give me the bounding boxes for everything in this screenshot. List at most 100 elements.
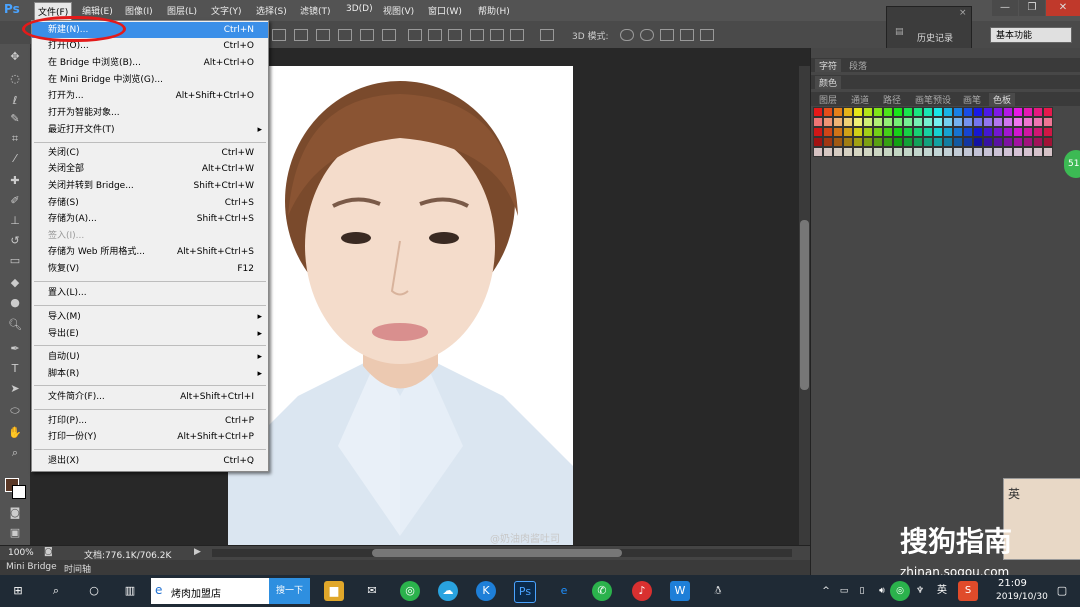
menu-scripts[interactable]: 脚本(R) ▸ [32,366,268,382]
edge-icon[interactable]: e [554,581,574,601]
color-swatch[interactable] [823,117,833,127]
color-swatch[interactable] [813,137,823,147]
color-swatch[interactable] [993,137,1003,147]
color-swatch[interactable] [893,107,903,117]
menu-file-info[interactable]: 文件简介(F)... Alt+Shift+Ctrl+I [32,389,268,405]
menu-type[interactable]: 文字(Y) [211,4,242,17]
tray-360-icon[interactable]: ◎ [890,581,910,601]
color-swatch[interactable] [893,147,903,157]
color-swatch[interactable] [833,137,843,147]
color-swatch[interactable] [933,137,943,147]
color-swatch[interactable] [843,147,853,157]
color-swatch[interactable] [823,107,833,117]
marquee-tool-icon[interactable]: ◌ [8,72,22,86]
browser-search-box[interactable]: e 烤肉加盟店 [151,578,269,604]
color-swatch[interactable] [873,107,883,117]
color-swatch[interactable] [863,117,873,127]
menu-save[interactable]: 存储(S) Ctrl+S [32,195,268,211]
panel-close-icon[interactable]: × [959,8,967,18]
distribute-vcenter-icon[interactable] [428,29,442,41]
menu-close[interactable]: 关闭(C) Ctrl+W [32,145,268,161]
color-swatch[interactable] [853,107,863,117]
align-right-icon[interactable] [382,29,396,41]
color-swatch[interactable] [833,107,843,117]
color-swatch[interactable] [863,147,873,157]
menu-help[interactable]: 帮助(H) [478,4,510,17]
tab-paths[interactable]: 路径 [879,93,905,106]
color-swatch[interactable] [933,117,943,127]
color-swatch[interactable] [813,107,823,117]
netease-music-icon[interactable]: ♪ [632,581,652,601]
color-swatch[interactable] [913,137,923,147]
color-swatch[interactable] [953,147,963,157]
color-swatch[interactable] [853,117,863,127]
color-swatch[interactable] [963,137,973,147]
lasso-tool-icon[interactable]: ℓ [8,94,22,108]
360-icon[interactable]: ◎ [400,581,420,601]
tab-paragraph[interactable]: 段落 [845,59,871,72]
color-swatch[interactable] [843,107,853,117]
photoshop-taskbar-icon[interactable]: Ps [514,581,536,603]
color-swatch[interactable] [943,107,953,117]
color-swatch[interactable] [993,147,1003,157]
color-swatch[interactable] [943,117,953,127]
color-swatch[interactable] [903,117,913,127]
menu-filter[interactable]: 滤镜(T) [300,4,331,17]
tab-character[interactable]: 字符 [815,59,842,72]
color-swatch[interactable] [983,117,993,127]
color-swatch[interactable] [983,147,993,157]
file-explorer-icon[interactable]: ▆ [324,581,344,601]
color-swatch[interactable] [913,147,923,157]
tab-channels[interactable]: 通道 [847,93,873,106]
cloud-icon[interactable]: ☁ [438,581,458,601]
path-select-tool-icon[interactable]: ➤ [8,382,22,396]
wps-icon[interactable]: W [670,581,690,601]
workspace-select[interactable]: 基本功能 [990,27,1072,43]
color-swatch[interactable] [903,137,913,147]
auto-align-icon[interactable] [540,29,554,41]
color-swatch[interactable] [873,137,883,147]
color-swatch[interactable] [833,147,843,157]
color-swatch[interactable] [893,137,903,147]
3d-slide-icon[interactable] [680,29,694,41]
search-button[interactable]: 搜一下 [269,578,310,604]
clock-time[interactable]: 21:09 [998,578,1027,589]
color-swatch[interactable] [963,117,973,127]
color-swatch[interactable] [993,107,1003,117]
color-swatch[interactable] [1043,127,1053,137]
task-view-icon[interactable]: ▥ [120,581,140,601]
color-swatch[interactable] [943,137,953,147]
color-swatch[interactable] [813,117,823,127]
color-swatch[interactable] [843,117,853,127]
color-swatch[interactable] [933,107,943,117]
menu-window[interactable]: 窗口(W) [428,4,462,17]
tray-chevron-icon[interactable]: ^ [816,581,836,601]
menu-print[interactable]: 打印(P)... Ctrl+P [32,413,268,429]
tray-network-icon[interactable]: ▭ [834,581,854,601]
zoom-tool-icon[interactable]: ⌕ [8,446,22,460]
menu-select[interactable]: 选择(S) [256,4,287,17]
color-swatch[interactable] [873,127,883,137]
windows-start-icon[interactable]: ⊞ [8,581,28,601]
align-top-icon[interactable] [272,29,286,41]
color-swatch[interactable] [1003,127,1013,137]
close-icon[interactable]: ✕ [1046,0,1080,16]
menu-layer[interactable]: 图层(L) [167,4,197,17]
color-swatch[interactable] [923,107,933,117]
quick-mask-icon[interactable]: ◙ [8,506,22,520]
notification-icon[interactable]: ▢ [1052,581,1072,601]
color-swatch[interactable] [1033,107,1043,117]
blur-tool-icon[interactable]: ● [8,296,22,310]
color-swatch[interactable] [1013,137,1023,147]
color-swatch[interactable] [963,127,973,137]
color-swatch[interactable] [863,137,873,147]
sogou-ime-icon[interactable]: S [958,581,978,601]
move-tool-icon[interactable]: ✥ [8,50,22,64]
mail-icon[interactable]: ✉ [362,581,382,601]
color-swatch[interactable] [903,107,913,117]
restore-icon[interactable]: ❐ [1019,0,1045,16]
color-swatch[interactable] [1023,137,1033,147]
tab-timeline[interactable]: 时间轴 [64,562,91,575]
tab-color[interactable]: 颜色 [815,76,842,89]
history-label[interactable]: 历史记录 [917,31,953,44]
